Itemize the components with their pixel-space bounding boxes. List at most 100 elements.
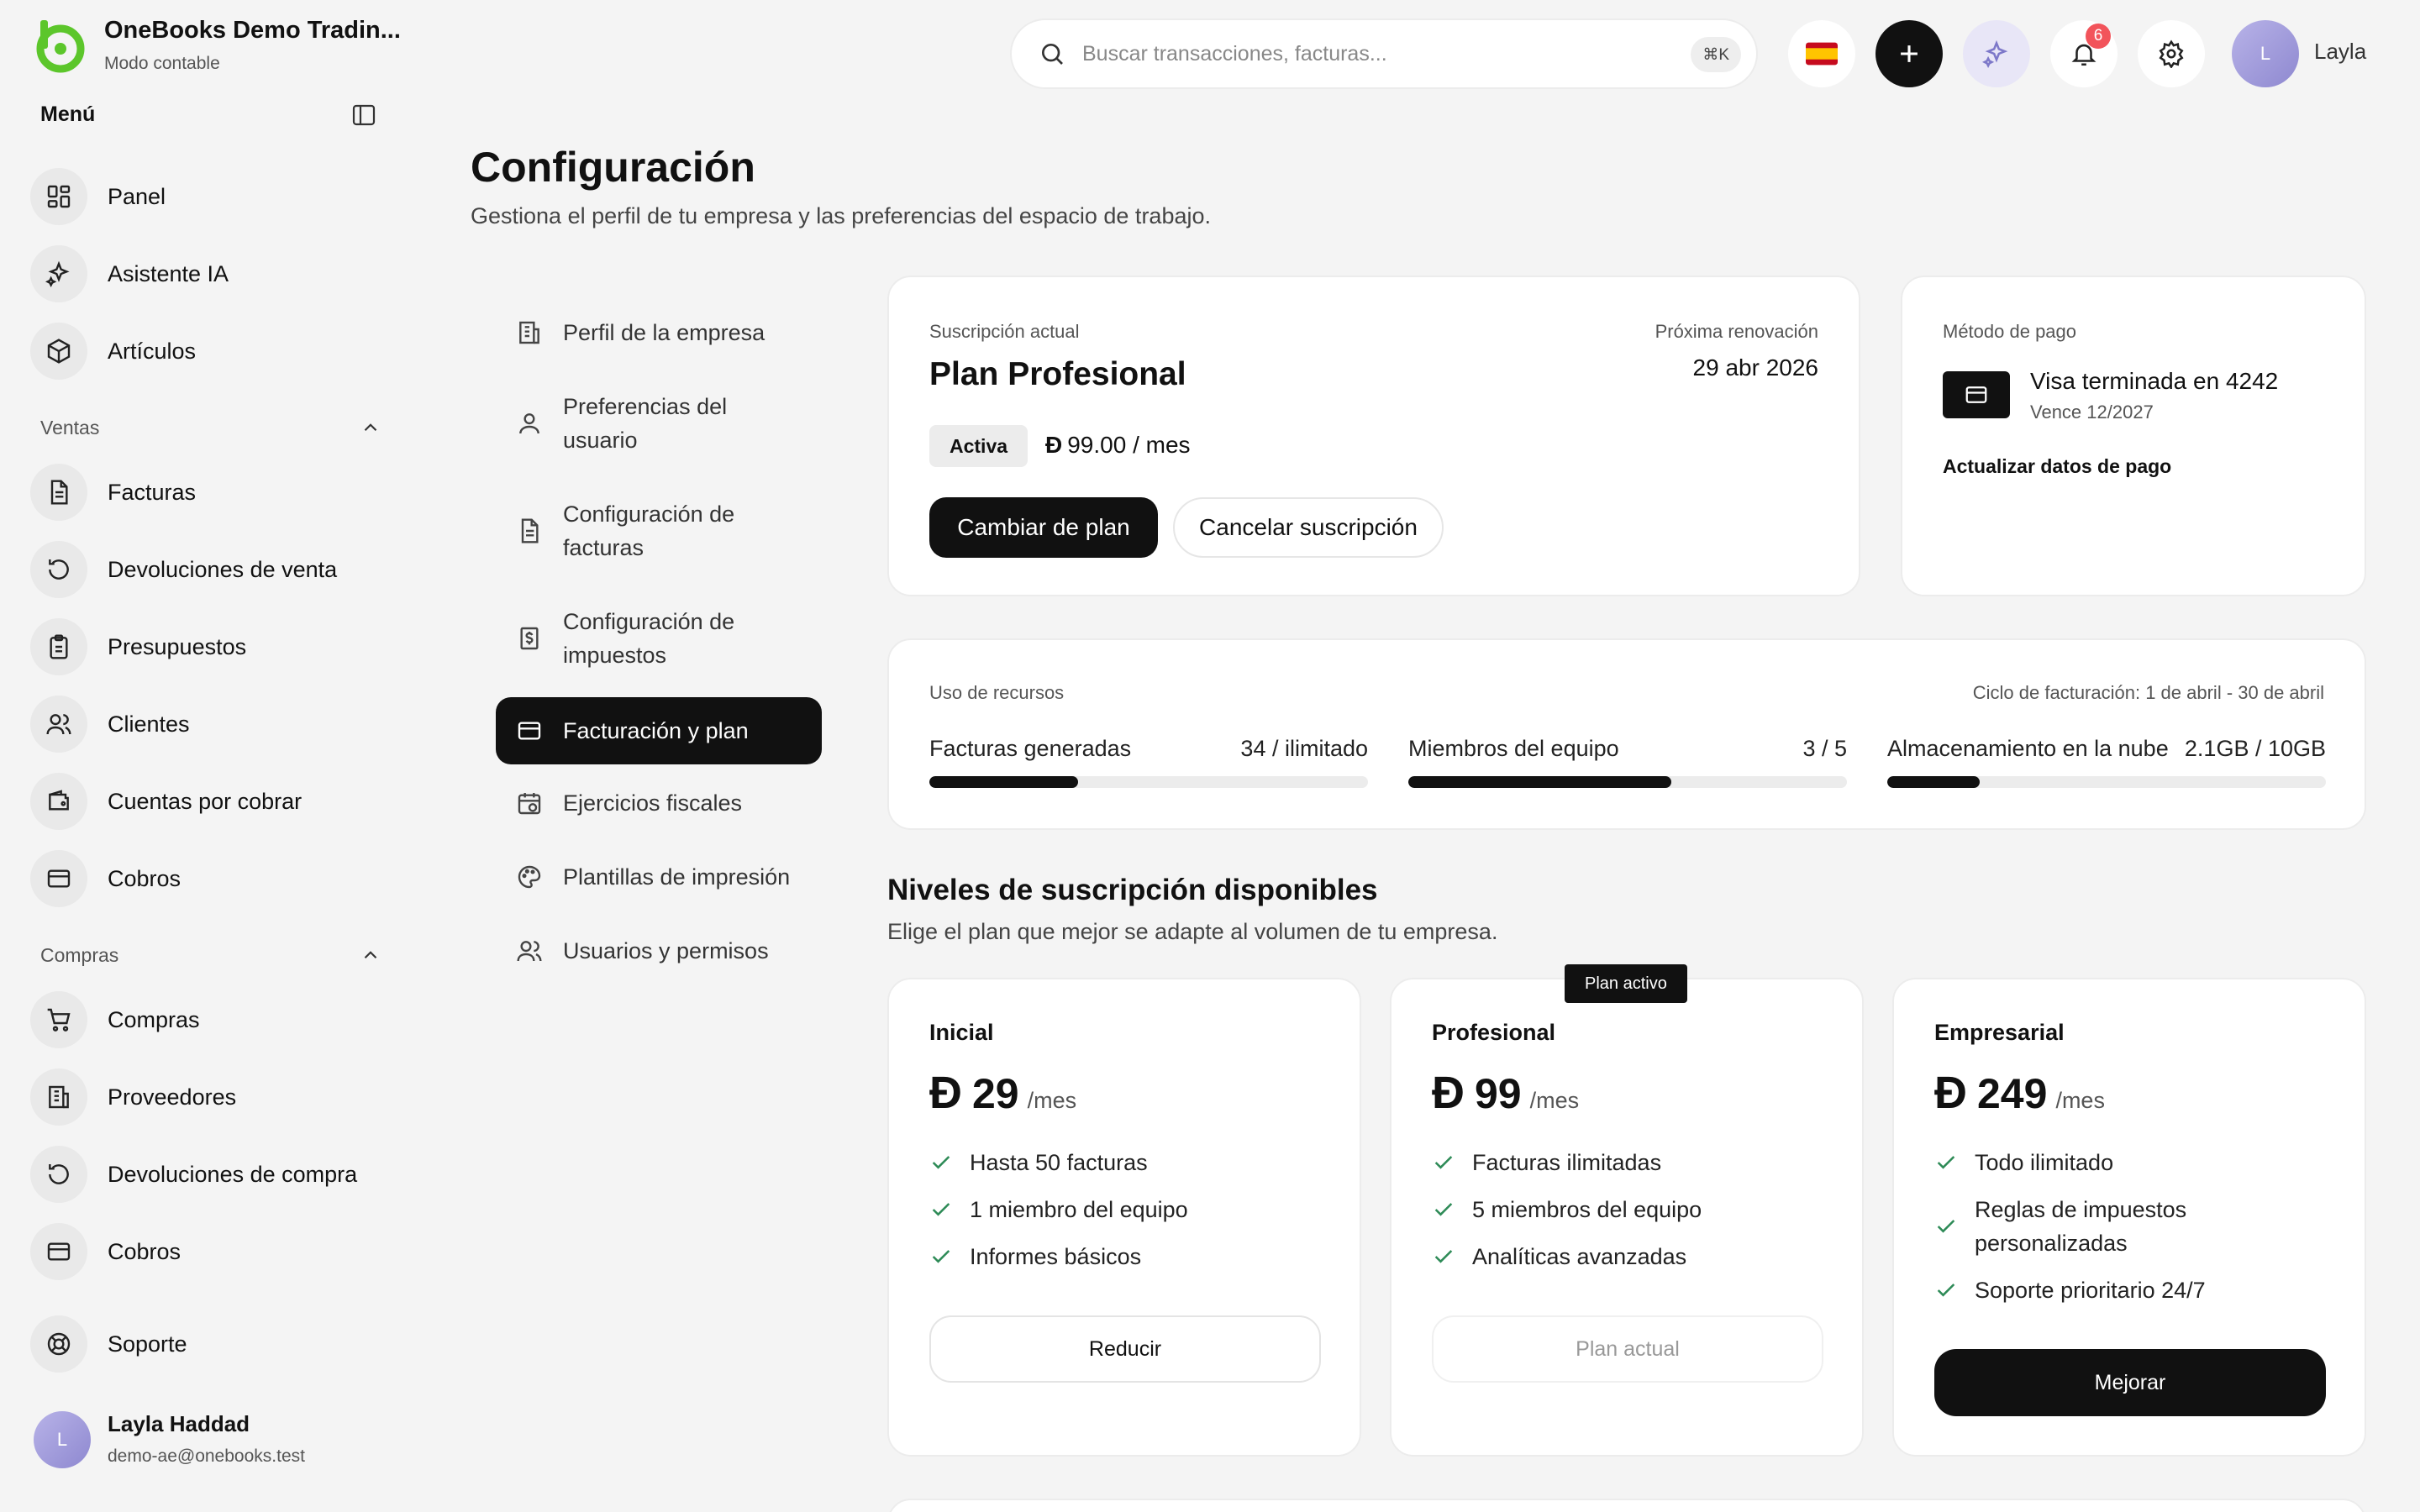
payment-method-card: Método de pago Visa terminada en 4242 Ve… [1901,276,2366,596]
chevron-up-icon[interactable] [360,417,381,438]
undo-icon [49,559,69,580]
usage-item-value: 34 / ilimitado [1240,736,1368,761]
check-icon [932,1203,950,1216]
sidebar-item-invoices[interactable]: Facturas [30,462,383,522]
tier-card-profesional: Profesional Đ 99 /mes Facturas ilimitada… [1390,978,1864,1457]
chevron-up-icon[interactable] [360,944,381,966]
price-period: /mes [1529,1088,1580,1113]
change-plan-button[interactable]: Cambiar de plan [929,497,1158,558]
sidebar-item-receivables[interactable]: Cuentas por cobrar [30,771,383,832]
check-icon [1434,1250,1453,1263]
current-plan-button[interactable]: Plan actual [1432,1315,1823,1383]
sidebar-item-label: Proveedores [108,1084,237,1110]
feature-item: Analíticas avanzadas [1432,1240,1686,1273]
sidebar-item-support[interactable]: Soporte [30,1314,383,1374]
usage-progress-bar [929,776,1368,788]
page-title: Configuración [471,144,755,191]
current-subscription-card: Suscripción actual Plan Profesional Próx… [887,276,1860,596]
sidebar-item-ai-assistant[interactable]: Asistente IA [30,244,383,304]
menu-title: Menú [40,102,96,126]
tier-name: Inicial [929,1020,994,1045]
company-name[interactable]: OneBooks Demo Tradin... [104,17,401,45]
settings-nav-print-templates[interactable]: Plantillas de impresión [516,860,842,894]
settings-nav-invoice-config[interactable]: Configuración de facturas [516,497,768,564]
search-bar[interactable]: ⌘K [1010,18,1758,89]
settings-button[interactable] [2138,20,2205,87]
sidebar-item-label: Devoluciones de compra [108,1161,358,1187]
feature-item: Hasta 50 facturas [929,1146,1148,1179]
building-icon [519,321,539,344]
sidebar-item-clients[interactable]: Clientes [30,694,383,754]
feature-item: Informes básicos [929,1240,1141,1273]
feature-item: 5 miembros del equipo [1432,1193,1702,1226]
user-card[interactable]: L [34,1411,91,1468]
search-input[interactable] [1082,41,1637,66]
feature-item: Reglas de impuestos personalizadas [1934,1193,2203,1260]
create-button[interactable] [1876,20,1943,87]
sidebar-item-suppliers[interactable]: Proveedores [30,1067,383,1127]
feature-item: 1 miembro del equipo [929,1193,1188,1226]
settings-nav-users-permissions[interactable]: Usuarios y permisos [516,934,842,968]
sidebar-item-label: Presupuestos [108,633,247,659]
update-payment-link[interactable]: Actualizar datos de pago [1943,455,2171,478]
resource-usage-card: Uso de recursos Ciclo de facturación: 1 … [887,638,2366,830]
tier-name: Profesional [1432,1020,1556,1045]
settings-nav-tax-config[interactable]: Configuración de impuestos [516,605,768,672]
check-icon [1937,1220,1955,1233]
plus-icon [1901,45,1918,62]
users-icon [46,714,71,735]
billing-cycle: Ciclo de facturación: 1 de abril - 30 de… [1972,682,2324,703]
currency-symbol: Đ [1045,432,1063,458]
settings-nav-label: Configuración de facturas [563,501,735,560]
invoice-icon [50,480,68,505]
currency-symbol: Đ [1934,1068,1967,1118]
sidebar-item-label: Artículos [108,338,197,364]
next-section-card [887,1499,2366,1512]
company-mode: Modo contable [104,54,220,73]
downgrade-button[interactable]: Reducir [929,1315,1321,1383]
settings-nav-billing-plan[interactable]: Facturación y plan [496,697,822,764]
onebooks-logo-icon[interactable] [32,17,89,74]
settings-nav-fiscal-years[interactable]: Ejercicios fiscales [516,786,842,820]
card-expiry: Vence 12/2027 [2030,402,2154,423]
sidebar-collapse-icon[interactable] [351,102,376,128]
payment-label: Método de pago [1943,321,2077,342]
avatar[interactable]: L [2232,20,2299,87]
top-user-name[interactable]: Layla [2314,39,2366,65]
sidebar-item-purchases[interactable]: Compras [30,990,383,1050]
check-icon [932,1156,950,1169]
ai-assistant-button[interactable] [1963,20,2030,87]
renewal-date: 29 abr 2026 [1692,354,1818,381]
user-name: Layla Haddad [108,1411,250,1436]
sidebar-item-label: Devoluciones de venta [108,556,338,582]
credit-card-icon [1943,371,2010,418]
tier-name: Empresarial [1934,1020,2065,1045]
sidebar-item-sales-returns[interactable]: Devoluciones de venta [30,539,383,600]
avatar[interactable]: L [34,1411,91,1468]
price-value: 99.00 / mes [1067,432,1191,458]
sidebar-item-collections[interactable]: Cobros [30,848,383,909]
gear-icon [2159,39,2184,68]
feature-item: Todo ilimitado [1934,1146,2113,1179]
language-button[interactable] [1788,20,1855,87]
user-icon [519,413,539,434]
section-label-sales[interactable]: Ventas [40,417,99,439]
dashboard-icon [47,185,71,208]
sidebar-item-panel[interactable]: Panel [30,166,383,227]
price-amount: 249 [1977,1070,2048,1117]
section-label-purchases[interactable]: Compras [40,944,118,967]
upgrade-button[interactable]: Mejorar [1934,1349,2326,1416]
undo-icon [49,1164,69,1184]
sparkles-icon [1982,39,2008,68]
settings-nav-company-profile[interactable]: Perfil de la empresa [516,316,842,349]
cancel-subscription-button[interactable]: Cancelar suscripción [1173,497,1444,558]
sidebar-item-purchase-returns[interactable]: Devoluciones de compra [30,1144,383,1205]
usage-item-value: 2.1GB / 10GB [2184,736,2326,761]
sidebar-item-articles[interactable]: Artículos [30,321,383,381]
sparkles-icon [45,260,70,287]
settings-nav-user-preferences[interactable]: Preferencias del usuario [516,390,768,457]
sidebar-item-quotes[interactable]: Presupuestos [30,617,383,677]
notifications-button[interactable]: 6 [2050,20,2118,87]
feature-item: Facturas ilimitadas [1432,1146,1661,1179]
sidebar-item-payments[interactable]: Cobros [30,1221,383,1282]
